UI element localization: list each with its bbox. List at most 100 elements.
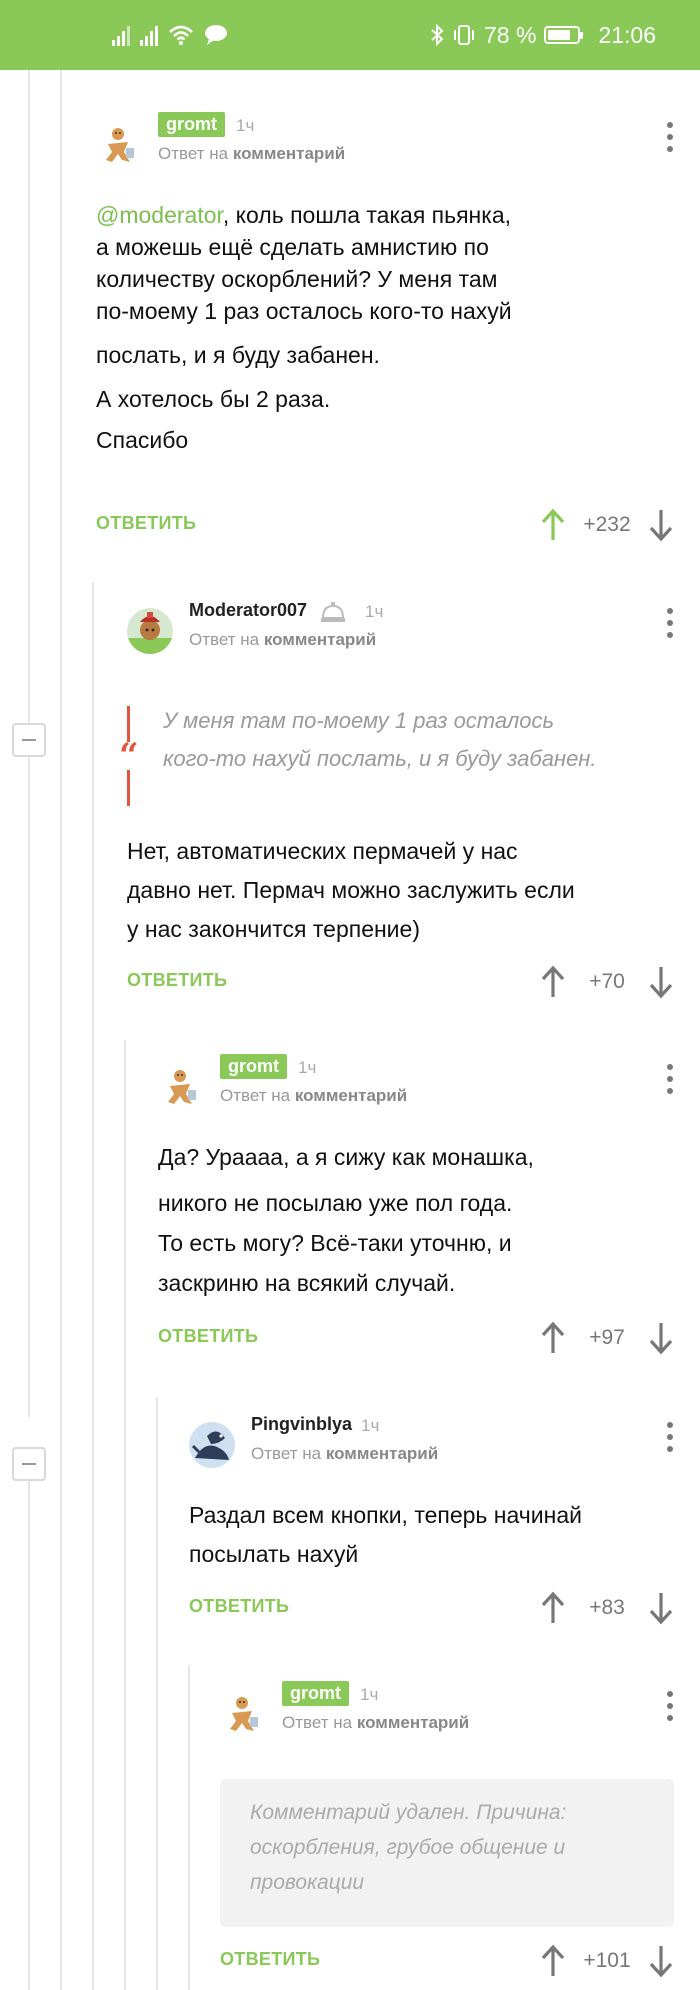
upvote-icon[interactable] [540, 1321, 566, 1355]
downvote-icon[interactable] [648, 965, 674, 999]
vibrate-icon [454, 25, 474, 45]
more-options-icon[interactable] [666, 1422, 674, 1452]
upvote-icon[interactable] [540, 1591, 566, 1625]
battery-icon [544, 26, 584, 44]
comment-line: посылать нахуй [189, 1541, 359, 1567]
author-name[interactable]: Pingvinblya [251, 1414, 352, 1435]
battery-percent: 78 % [484, 21, 537, 48]
clock: 21:06 [598, 21, 656, 48]
signal-icon [140, 24, 158, 46]
reply-to-link[interactable]: комментарий [357, 1713, 469, 1732]
more-options-icon[interactable] [666, 608, 674, 638]
rating: +232 [540, 505, 674, 545]
reply-to: Ответ на комментарий [251, 1444, 438, 1464]
comment-line: никого не посылаю уже пол года. [158, 1190, 513, 1216]
thread-line [28, 757, 30, 1417]
upvote-icon[interactable] [540, 508, 566, 542]
quote-icon: “ [119, 736, 139, 776]
reply-to-link[interactable]: комментарий [264, 630, 376, 649]
quote-bar [127, 770, 130, 806]
reply-to: Ответ на комментарий [189, 630, 376, 650]
quote-line: кого-то нахуй послать, и я буду забанен. [163, 746, 597, 771]
deleted-line: оскорбления, грубое общение и [250, 1836, 566, 1859]
reply-button[interactable]: ОТВЕТИТЬ [158, 1326, 258, 1347]
reply-button[interactable]: ОТВЕТИТЬ [96, 513, 196, 534]
comment-body: Нет, автоматических пермачей у нас давно… [127, 832, 700, 949]
comment-line: послать, и я буду забанен. [96, 342, 380, 368]
reply-to: Ответ на комментарий [282, 1713, 469, 1733]
bluetooth-icon [431, 24, 444, 46]
comment-line: @moderator, коль пошла такая пьянка, [96, 199, 700, 231]
comment-body: @moderator, коль пошла такая пьянка, а м… [96, 199, 700, 456]
comment-header: gromt 1ч Ответ на комментарий [96, 110, 700, 180]
reply-to-link[interactable]: комментарий [295, 1086, 407, 1105]
author-name[interactable]: gromt [282, 1681, 349, 1706]
avatar[interactable] [220, 1691, 266, 1737]
thread-line [124, 1040, 126, 1990]
downvote-icon[interactable] [648, 508, 674, 542]
downvote-icon[interactable] [648, 1591, 674, 1625]
more-options-icon[interactable] [666, 122, 674, 152]
signal-icon [112, 24, 130, 46]
reply-to-prefix: Ответ на [220, 1086, 291, 1105]
comment-header: Moderator007 1ч Ответ на комментарий [127, 596, 700, 666]
comment-line: Спасибо [96, 427, 189, 453]
downvote-icon[interactable] [648, 1944, 674, 1978]
comment-header: gromt 1ч Ответ на комментарий [220, 1679, 700, 1749]
rating-value: +101 [583, 1949, 631, 1972]
comment-footer: ОТВЕТИТЬ +232 [96, 505, 674, 545]
avatar[interactable] [127, 608, 173, 654]
rating: +70 [540, 962, 674, 1002]
comment-time: 1ч [365, 602, 384, 621]
reply-button[interactable]: ОТВЕТИТЬ [127, 970, 227, 991]
comment-time: 1ч [298, 1058, 317, 1077]
reply-to-link[interactable]: комментарий [233, 144, 345, 163]
thread-line [28, 1481, 30, 1990]
comment-time: 1ч [236, 116, 255, 135]
comment-line: То есть могу? Всё-таки уточню, и [158, 1230, 512, 1256]
collapse-thread-button[interactable] [12, 723, 46, 757]
comment-line: количеству оскорблений? У меня там [96, 266, 498, 292]
comment-footer: ОТВЕТИТЬ +70 [127, 962, 674, 1002]
author-name[interactable]: Moderator007 [189, 600, 307, 621]
author-name[interactable]: gromt [158, 112, 225, 137]
comment: gromt 1ч Ответ на комментарий Комментари… [220, 1679, 700, 1990]
downvote-icon[interactable] [648, 1321, 674, 1355]
more-options-icon[interactable] [666, 1691, 674, 1721]
reply-to-prefix: Ответ на [251, 1444, 322, 1463]
quote-text: У меня там по-моему 1 раз осталось кого-… [163, 702, 674, 778]
comment-line: а можешь ещё сделать амнистию по [96, 234, 489, 260]
status-bar: 78 % 21:06 [0, 0, 700, 70]
upvote-icon[interactable] [540, 1944, 566, 1978]
avatar[interactable] [96, 122, 142, 168]
comment: gromt 1ч Ответ на комментарий @moderator… [96, 110, 700, 550]
mention-rest: , коль пошла такая пьянка, [222, 202, 512, 228]
wifi-icon [169, 25, 193, 45]
reply-button[interactable]: ОТВЕТИТЬ [189, 1596, 289, 1617]
comment-line: Нет, автоматических пермачей у нас [127, 838, 518, 864]
reply-button[interactable]: ОТВЕТИТЬ [220, 1949, 320, 1970]
reply-to-link[interactable]: комментарий [326, 1444, 438, 1463]
moderator-icon [321, 602, 345, 622]
thread-line [92, 582, 94, 1990]
comment-header: Pingvinblya 1ч Ответ на комментарий [189, 1410, 700, 1480]
comment-time: 1ч [361, 1416, 380, 1435]
comment-footer: ОТВЕТИТЬ +97 [158, 1318, 674, 1358]
thread-line [28, 70, 30, 735]
reply-to-prefix: Ответ на [282, 1713, 353, 1732]
comment-line: по-моему 1 раз осталось кого-то нахуй [96, 298, 512, 324]
author-name[interactable]: gromt [220, 1054, 287, 1079]
upvote-icon[interactable] [540, 965, 566, 999]
user-mention[interactable]: @moderator [96, 202, 223, 228]
more-options-icon[interactable] [666, 1064, 674, 1094]
comment: Pingvinblya 1ч Ответ на комментарий Разд… [189, 1410, 700, 1630]
comment-body: Да? Ураааа, а я сижу как монашка, никого… [158, 1141, 700, 1299]
collapse-thread-button[interactable] [12, 1447, 46, 1481]
rating-value: +83 [589, 1596, 625, 1619]
avatar[interactable] [158, 1064, 204, 1110]
avatar[interactable] [189, 1422, 235, 1468]
comment-line: давно нет. Пермач можно заслужить если [127, 877, 575, 903]
rating-value: +232 [583, 513, 631, 536]
reply-to: Ответ на комментарий [158, 144, 345, 164]
comment-line: А хотелось бы 2 раза. [96, 386, 331, 412]
